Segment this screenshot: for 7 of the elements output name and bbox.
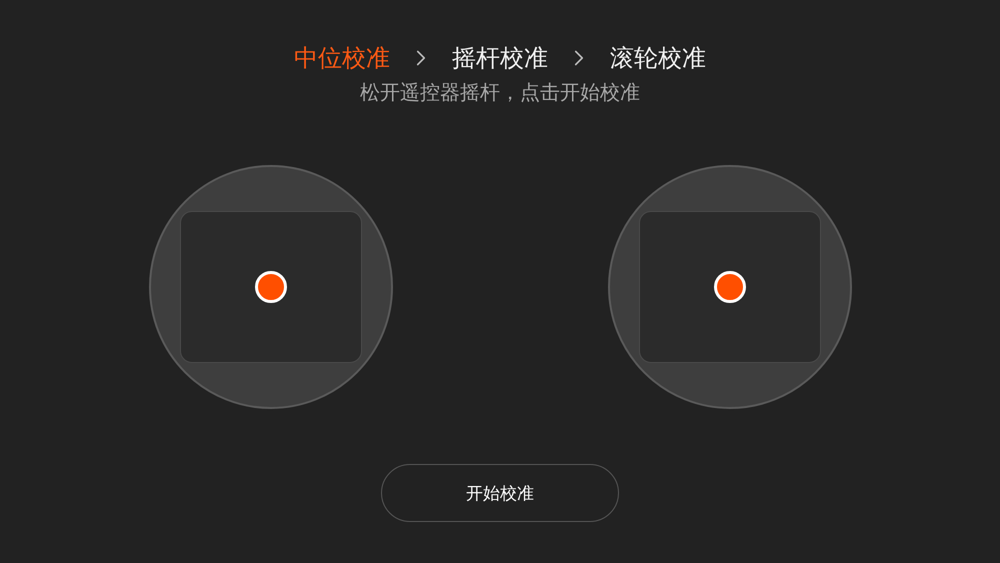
start-button[interactable]: 开始校准 (381, 464, 619, 522)
step-label[interactable]: 中位校准 (294, 42, 390, 74)
stick-dot (254, 271, 286, 303)
instruction-text: 松开遥控器摇杆，点击开始校准 (360, 79, 640, 106)
step-label[interactable]: 摇杆校准 (452, 42, 548, 74)
step-label[interactable]: 滚轮校准 (610, 42, 706, 74)
stick-dot (714, 271, 746, 303)
